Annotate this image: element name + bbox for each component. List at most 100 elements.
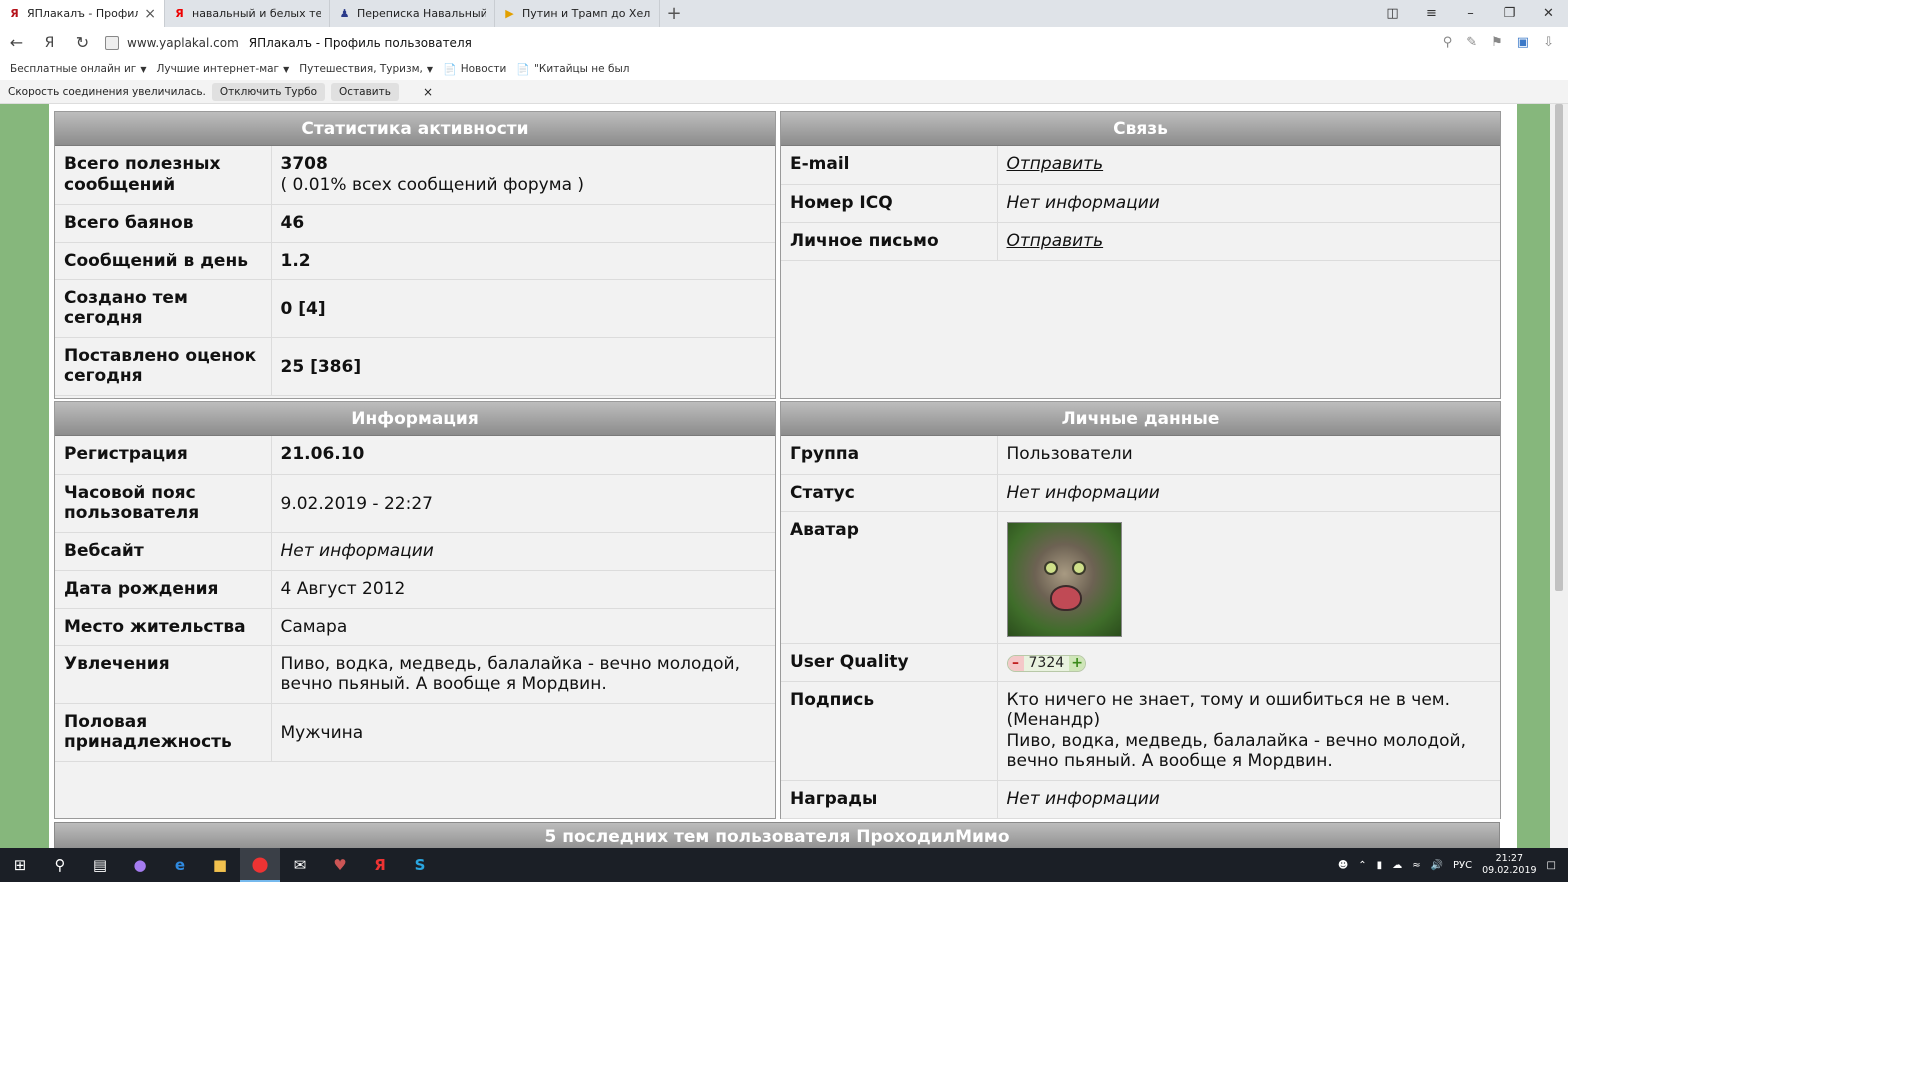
edge-icon[interactable]: e [160,848,200,882]
file-explorer-icon[interactable]: ■ [200,848,240,882]
onedrive-icon[interactable]: ☁ [1392,860,1402,871]
bookmark-icon[interactable]: ⚑ [1491,35,1503,50]
restore-icon[interactable]: ❐ [1490,6,1529,21]
alice-voice-icon[interactable]: ● [120,848,160,882]
notifications-icon[interactable]: □ [1547,860,1556,871]
scrollbar-thumb[interactable] [1555,104,1563,591]
minimize-icon[interactable]: – [1451,6,1490,21]
activity-stats-panel: Статистика активности Всего полезных соо… [54,111,776,399]
people-icon[interactable]: ☻ [1338,860,1348,871]
show-hidden-icons-icon[interactable]: ⌃ [1358,860,1366,871]
row-value: 3708( 0.01% всех сообщений форума ) [271,146,775,205]
yandex-app-icon[interactable]: Я [360,848,400,882]
row-label: Вебсайт [55,532,272,571]
table-row: Статус Нет информации [781,474,1500,512]
new-tab-icon[interactable]: + [660,0,688,27]
dropdown-arrow-icon: ▼ [140,64,147,74]
row-label: Часовой пояс пользователя [55,474,272,533]
tab-putin-trump[interactable]: ▶ Путин и Трамп до Хельсин [495,0,660,27]
clock[interactable]: 21:27 09.02.2019 [1482,853,1536,877]
yandex-home-icon[interactable]: Я [33,35,66,51]
signature-quote: Кто ничего не знает, тому и ошибиться не… [1006,689,1451,731]
info-panel: Информация Регистрация 21.06.10 Часовой … [54,401,776,819]
personal-data-panel: Личные данные Группа Пользователи Статус… [780,401,1501,819]
tab-label: Переписка Навальный- Бе [357,7,486,20]
language-indicator[interactable]: РУС [1453,860,1472,871]
row-label: Половая принадлежность [55,703,272,762]
keep-turbo-button[interactable]: Оставить [331,82,399,101]
table-row: Награды Нет информации [781,780,1500,819]
avatar-cat-mouth [1049,584,1082,611]
personal-table: Группа Пользователи Статус Нет информаци… [781,436,1500,819]
menu-icon[interactable]: ≡ [1412,6,1451,21]
tab-yandex-search[interactable]: Я навальный и белых телеф [165,0,330,27]
row-label: Создано тем сегодня [55,279,272,338]
search-icon[interactable]: ⚲ [1443,35,1453,50]
panel-header: Статистика активности [55,112,775,146]
user-quality-widget: – 7324 + [1006,654,1087,672]
bookmark-chinese[interactable]: 📄 "Китайцы не был [516,63,629,76]
task-view-icon[interactable]: ▤ [80,848,120,882]
yandex-browser-icon[interactable]: ⬤ [240,848,280,882]
play-favicon-icon: ▶ [505,7,514,20]
send-email-link[interactable]: Отправить [1007,154,1104,174]
bookmarks-panel-icon[interactable]: ◫ [1373,6,1412,21]
battery-icon[interactable]: ▮ [1377,860,1383,871]
row-label: Всего полезных сообщений [55,146,272,205]
table-row: Всего полезных сообщений 3708( 0.01% все… [55,146,775,205]
table-row: Создано тем сегодня 0 [4] [55,279,775,338]
extension-icon[interactable]: ▣ [1517,35,1529,50]
windows-taskbar: ⊞ ⚲ ▤ ● e ■ ⬤ ✉ ♥ Я S ☻ ⌃ ▮ ☁ ≈ 🔊 РУС 21… [0,848,1568,882]
bookmark-news[interactable]: 📄 Новости [443,63,506,76]
turbo-notification-bar: Скорость соединения увеличилась. Отключи… [0,80,1568,104]
signature-cell: Кто ничего не знает, тому и ошибиться не… [997,681,1500,781]
send-private-message-link[interactable]: Отправить [1007,231,1104,251]
close-tab-icon[interactable]: × [144,6,156,22]
close-notification-icon[interactable]: × [423,85,433,99]
reload-icon[interactable]: ↻ [66,33,99,52]
download-icon[interactable]: ⇩ [1543,35,1554,50]
plus-icon[interactable]: + [1069,655,1086,671]
row-value: 25 [386] [271,337,775,396]
disable-turbo-button[interactable]: Отключить Турбо [211,82,326,101]
bookmark-folder[interactable]: Путешествия, Туризм, ▼ [299,63,433,75]
bookmark-folder[interactable]: Бесплатные онлайн иг ▼ [10,63,146,75]
row-label: Всего баянов [55,204,272,243]
document-icon: 📄 [516,62,531,76]
row-value: 21.06.10 [271,436,775,475]
profile-content: Статистика активности Всего полезных соо… [49,104,1517,848]
row-value: Отправить [997,146,1500,185]
panel-header: Личные данные [781,402,1500,436]
posts-percent: ( 0.01% всех сообщений форума ) [280,174,585,195]
row-value: Самара [271,608,775,646]
address-bar: ← Я ↻ www.yaplakal.com ЯПлакалъ - Профил… [0,27,1568,58]
tab-yaplakal[interactable]: Я ЯПлакалъ - Профиль по × [0,0,165,27]
row-value: 46 [271,204,775,243]
skype-icon[interactable]: S [400,848,440,882]
table-row: Место жительства Самара [55,608,775,646]
back-icon[interactable]: ← [0,33,33,52]
awards-value: Нет информации [997,780,1500,819]
row-label: Регистрация [55,436,272,475]
volume-icon[interactable]: 🔊 [1431,860,1443,871]
protect-icon[interactable]: ✎ [1466,35,1477,50]
mail-icon[interactable]: ✉ [280,848,320,882]
bookmark-label: Новости [460,63,507,75]
url-domain[interactable]: www.yaplakal.com [127,36,239,50]
vertical-scrollbar[interactable] [1550,104,1568,848]
windows-start-icon[interactable]: ⊞ [0,848,40,882]
app-icon[interactable]: ♥ [320,848,360,882]
contact-panel: Связь E-mail Отправить Номер ICQ Нет инф… [780,111,1501,399]
page-title[interactable]: ЯПлакалъ - Профиль пользователя [249,36,472,50]
tab-correspondence[interactable]: ♟ Переписка Навальный- Бе [330,0,495,27]
minus-icon[interactable]: – [1007,655,1024,671]
row-value: Нет информации [997,184,1500,223]
close-window-icon[interactable]: ✕ [1529,6,1568,21]
row-label: Аватар [781,511,998,644]
search-icon[interactable]: ⚲ [40,848,80,882]
wifi-icon[interactable]: ≈ [1412,860,1420,871]
yaplakal-favicon-icon: Я [10,7,19,20]
row-label: Сообщений в день [55,242,272,280]
lock-icon[interactable] [105,35,119,50]
bookmark-folder[interactable]: Лучшие интернет-маг ▼ [156,63,289,75]
